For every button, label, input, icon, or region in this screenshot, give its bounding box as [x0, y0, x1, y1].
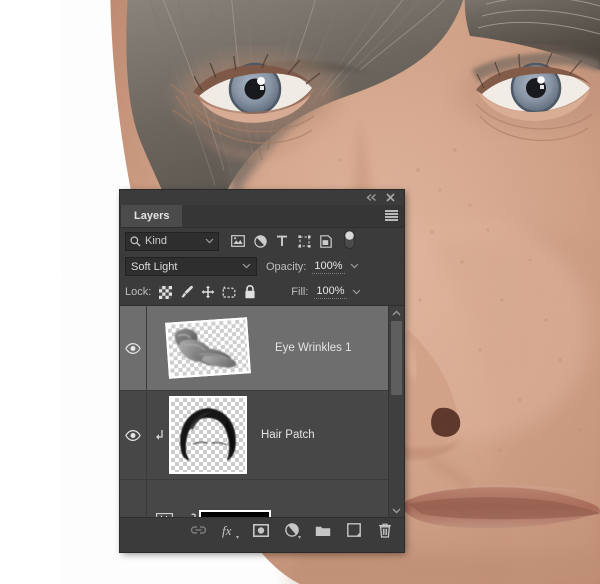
svg-text:fx: fx: [222, 523, 232, 538]
scrollbar-thumb[interactable]: [391, 321, 402, 395]
scroll-up-button[interactable]: [389, 306, 404, 319]
blend-mode-select[interactable]: Soft Light: [125, 257, 257, 276]
blend-mode-value: Soft Light: [131, 261, 242, 273]
layer-mask-thumbnail[interactable]: [199, 510, 271, 517]
filter-kind-select[interactable]: Kind: [125, 232, 219, 251]
lock-artboard-nesting-icon[interactable]: [221, 285, 236, 300]
fill-label: Fill:: [291, 286, 308, 298]
layer-visibility-toggle[interactable]: [120, 306, 147, 390]
layer-list-scrollbar[interactable]: [388, 306, 404, 517]
smart-object-filter-icon[interactable]: [316, 231, 336, 251]
panel-tab-strip[interactable]: Layers: [120, 205, 404, 228]
table-row[interactable]: Eye Wrinkles 1: [120, 306, 388, 391]
table-row[interactable]: Hair Color: [120, 480, 388, 517]
layer-thumbnail[interactable]: [169, 396, 247, 474]
layer-thumbnail-cell[interactable]: [167, 320, 249, 376]
blend-mode-row[interactable]: Soft Light Opacity: 100%: [120, 254, 404, 279]
opacity-chevron-down-icon[interactable]: [350, 262, 359, 271]
layer-thumbnail-cell[interactable]: [169, 396, 247, 474]
double-chevron-left-icon: [366, 193, 377, 202]
new-group-icon[interactable]: [314, 522, 331, 539]
fx-caret-icon: ▾: [236, 535, 239, 541]
opacity-input[interactable]: 100%: [312, 260, 344, 274]
eye-wrinkles-thumb-art: [167, 319, 248, 376]
eye-icon: [125, 343, 141, 354]
layer-visibility-toggle[interactable]: [120, 391, 147, 479]
collapse-panel-icon[interactable]: [364, 191, 378, 204]
layer-styles-fx-icon[interactable]: fx ▾: [221, 522, 238, 539]
table-row[interactable]: Hair Patch: [120, 391, 388, 480]
lock-transparent-pixels-icon[interactable]: [158, 285, 173, 300]
chevron-down-icon: [242, 262, 251, 271]
delete-layer-trash-icon[interactable]: [376, 522, 393, 539]
add-layer-mask-icon[interactable]: [252, 522, 269, 539]
fill-input[interactable]: 100%: [314, 285, 346, 299]
fill-chevron-down-icon[interactable]: [352, 288, 361, 297]
layer-filter-row[interactable]: Kind: [120, 228, 404, 254]
hair-color-mask-art: [201, 512, 269, 517]
link-layers-icon[interactable]: [190, 522, 207, 539]
layers-panel-footer[interactable]: fx ▾ ▾: [120, 517, 404, 542]
tab-layers[interactable]: Layers: [121, 205, 182, 227]
close-icon: [386, 193, 395, 202]
layers-panel[interactable]: Layers Kind: [120, 190, 404, 552]
pixel-layer-filter-icon[interactable]: [228, 231, 248, 251]
new-adjustment-layer-icon[interactable]: ▾: [283, 522, 300, 539]
adjustment-layer-filter-icon[interactable]: [250, 231, 270, 251]
lock-icon-group[interactable]: [158, 285, 257, 300]
panel-titlebar[interactable]: [120, 190, 404, 205]
scroll-down-button[interactable]: [389, 504, 404, 517]
chevron-down-icon: [392, 508, 401, 514]
chevron-up-icon: [392, 310, 401, 316]
eye-icon: [125, 430, 141, 441]
lock-position-move-icon[interactable]: [200, 285, 215, 300]
adjustment-caret-icon: ▾: [298, 535, 301, 541]
filter-toggle-switch-icon[interactable]: [344, 230, 355, 252]
hair-patch-thumb-art: [171, 398, 245, 472]
lock-image-pixels-brush-icon[interactable]: [179, 285, 194, 300]
scrollbar-track[interactable]: [389, 319, 404, 504]
lock-row[interactable]: Lock:: [120, 279, 404, 306]
layer-visibility-toggle[interactable]: [120, 479, 147, 517]
search-icon: [130, 236, 141, 247]
layer-thumbnail[interactable]: [165, 317, 251, 379]
layer-list[interactable]: Eye Wrinkles 1: [120, 306, 388, 517]
lock-label: Lock:: [125, 286, 151, 298]
layer-thumbnail-cell[interactable]: [199, 510, 271, 517]
layer-list-container[interactable]: Eye Wrinkles 1: [120, 306, 404, 517]
panel-menu-icon[interactable]: [385, 210, 398, 221]
levels-adjustment-icon[interactable]: [147, 513, 181, 517]
shape-layer-filter-icon[interactable]: [294, 231, 314, 251]
layer-name[interactable]: Eye Wrinkles 1: [275, 342, 351, 354]
new-layer-icon[interactable]: [345, 522, 362, 539]
layer-name[interactable]: Hair Patch: [261, 429, 315, 441]
filter-type-icons[interactable]: [228, 231, 336, 251]
type-layer-filter-icon[interactable]: [272, 231, 292, 251]
opacity-label: Opacity:: [266, 261, 306, 273]
filter-kind-label: Kind: [145, 235, 205, 247]
panel-bottom-edge: [120, 542, 404, 552]
lock-all-padlock-icon[interactable]: [242, 285, 257, 300]
close-panel-button[interactable]: [383, 191, 397, 204]
chevron-down-icon: [205, 237, 214, 246]
